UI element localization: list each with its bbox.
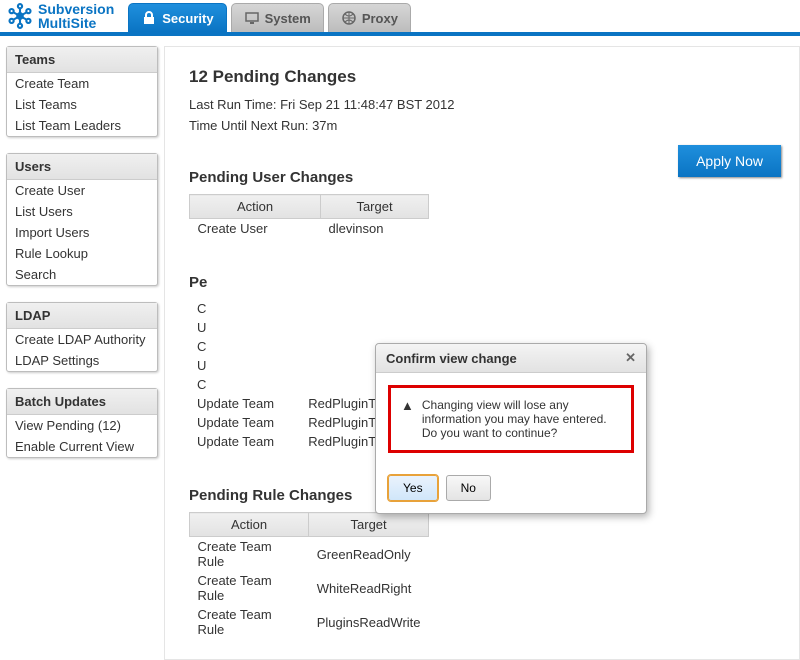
dialog-message: Changing view will lose any information … xyxy=(422,398,621,440)
sidebar-item-create-team[interactable]: Create Team xyxy=(7,73,157,94)
sidebar-users-title: Users xyxy=(7,154,157,180)
warning-box: ▲ Changing view will lose any informatio… xyxy=(388,385,634,453)
next-run-line: Time Until Next Run: 37m xyxy=(189,118,775,133)
warning-icon: ▲ xyxy=(401,398,414,413)
apply-now-button[interactable]: Apply Now xyxy=(678,145,781,177)
col-target: Target xyxy=(309,513,429,537)
brand-logo: Subversion MultiSite xyxy=(6,2,114,32)
last-run-label: Last Run Time: xyxy=(189,97,276,112)
last-run-value: Fri Sep 21 11:48:47 BST 2012 xyxy=(280,97,454,112)
until-next-value: 37m xyxy=(312,118,337,133)
tab-system[interactable]: System xyxy=(231,3,324,32)
brand-text: Subversion MultiSite xyxy=(38,2,114,30)
pending-team-changes-title: Pe xyxy=(189,274,775,291)
main-content: 12 Pending Changes Last Run Time: Fri Se… xyxy=(164,46,800,660)
table-row: Create Team RulePluginsReadWrite xyxy=(190,605,429,639)
sidebar-item-list-users[interactable]: List Users xyxy=(7,201,157,222)
tab-proxy[interactable]: Proxy xyxy=(328,3,411,32)
tab-security-label: Security xyxy=(162,11,213,26)
col-action: Action xyxy=(190,513,309,537)
tab-proxy-label: Proxy xyxy=(362,11,398,26)
sidebar-teams-title: Teams xyxy=(7,47,157,73)
confirm-dialog: Confirm view change ✕ ▲ Changing view wi… xyxy=(375,343,647,514)
close-icon[interactable]: ✕ xyxy=(625,350,636,366)
globe-icon xyxy=(341,10,357,26)
table-row: C xyxy=(189,299,429,318)
sidebar-teams: Teams Create Team List Teams List Team L… xyxy=(6,46,158,137)
until-next-label: Time Until Next Run: xyxy=(189,118,308,133)
table-row: Create Userdlevinson xyxy=(190,219,429,239)
col-target: Target xyxy=(321,195,429,219)
dialog-title: Confirm view change xyxy=(386,351,517,366)
sidebar-item-list-team-leaders[interactable]: List Team Leaders xyxy=(7,115,157,136)
yes-button[interactable]: Yes xyxy=(388,475,438,501)
sidebar-batch-title: Batch Updates xyxy=(7,389,157,415)
sidebar-batch: Batch Updates View Pending (12) Enable C… xyxy=(6,388,158,458)
table-row: Create Team RuleWhiteReadRight xyxy=(190,571,429,605)
sidebar: Teams Create Team List Teams List Team L… xyxy=(0,36,164,660)
no-button[interactable]: No xyxy=(446,475,491,501)
sidebar-item-create-ldap[interactable]: Create LDAP Authority xyxy=(7,329,157,350)
pending-rule-changes-table: ActionTarget Create Team RuleGreenReadOn… xyxy=(189,512,429,639)
table-row: U xyxy=(189,318,429,337)
sidebar-item-create-user[interactable]: Create User xyxy=(7,180,157,201)
sidebar-ldap-title: LDAP xyxy=(7,303,157,329)
page-title: 12 Pending Changes xyxy=(189,67,775,87)
sidebar-item-ldap-settings[interactable]: LDAP Settings xyxy=(7,350,157,371)
sidebar-item-search[interactable]: Search xyxy=(7,264,157,285)
sidebar-item-import-users[interactable]: Import Users xyxy=(7,222,157,243)
sidebar-item-enable-current-view[interactable]: Enable Current View xyxy=(7,436,157,457)
last-run-line: Last Run Time: Fri Sep 21 11:48:47 BST 2… xyxy=(189,97,775,112)
tab-security[interactable]: Security xyxy=(128,3,226,32)
table-row: Create Team RuleGreenReadOnly xyxy=(190,537,429,572)
tab-system-label: System xyxy=(265,11,311,26)
sidebar-users: Users Create User List Users Import User… xyxy=(6,153,158,286)
monitor-icon xyxy=(244,10,260,26)
sidebar-ldap: LDAP Create LDAP Authority LDAP Settings xyxy=(6,302,158,372)
sidebar-item-view-pending[interactable]: View Pending (12) xyxy=(7,415,157,436)
sidebar-item-list-teams[interactable]: List Teams xyxy=(7,94,157,115)
lock-icon xyxy=(141,10,157,26)
col-action: Action xyxy=(190,195,321,219)
top-nav: Subversion MultiSite Security System Pro… xyxy=(0,0,800,36)
pending-user-changes-table: ActionTarget Create Userdlevinson xyxy=(189,194,429,238)
sidebar-item-rule-lookup[interactable]: Rule Lookup xyxy=(7,243,157,264)
logo-icon xyxy=(6,2,34,30)
